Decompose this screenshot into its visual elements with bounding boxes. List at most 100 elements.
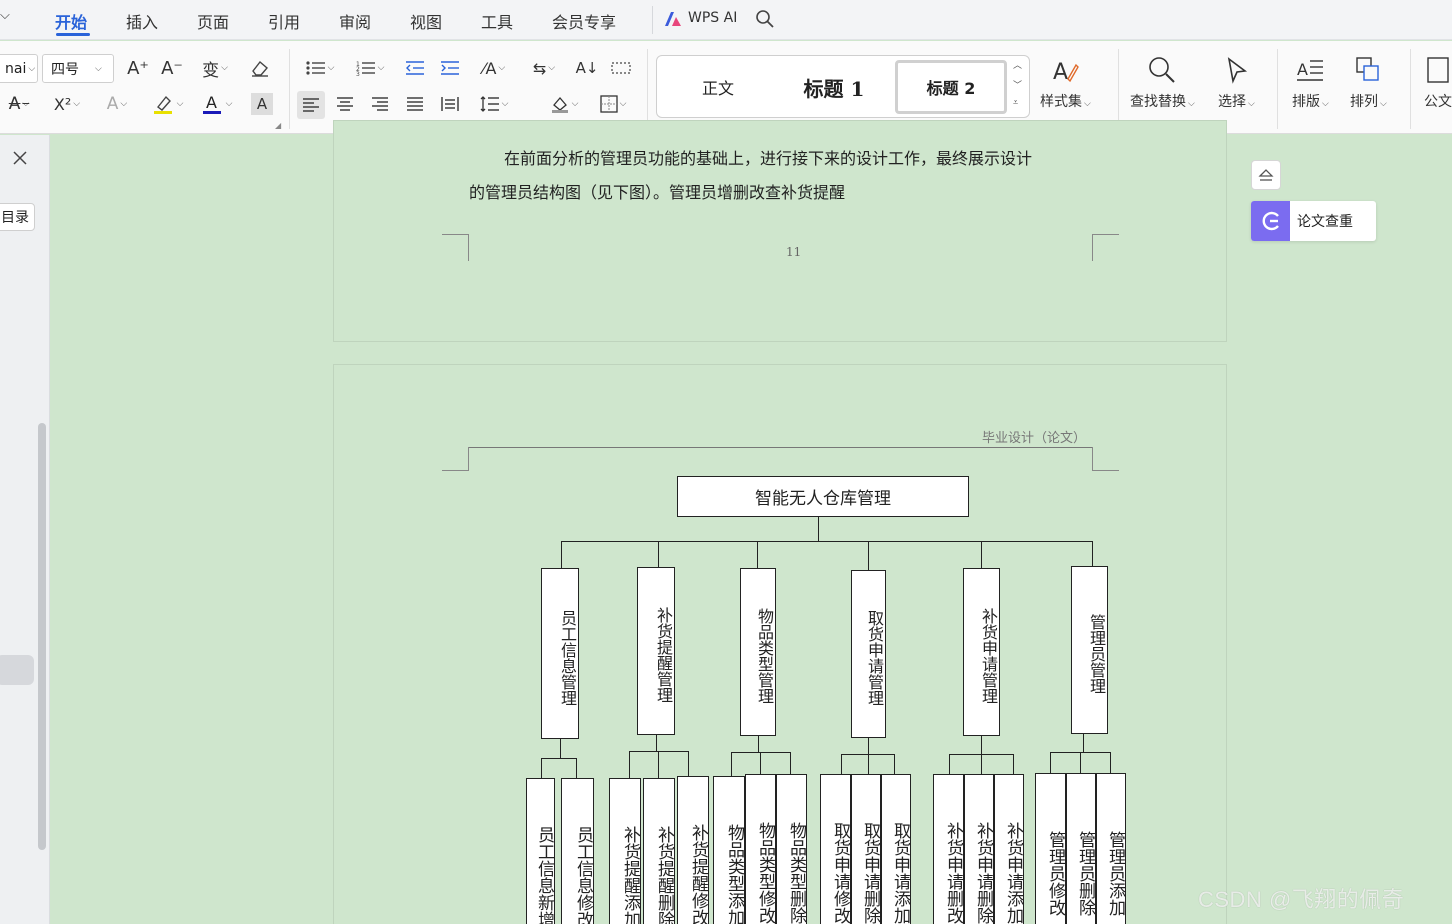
gallery-down-icon[interactable]: ﹀ xyxy=(1013,78,1022,91)
grow-font-icon[interactable]: A⁺ xyxy=(127,57,149,79)
connector-line xyxy=(757,541,758,568)
align-left-icon[interactable] xyxy=(297,91,325,119)
phonetic-guide-icon[interactable]: 变 ⌵ xyxy=(198,57,232,81)
search-icon[interactable] xyxy=(755,9,775,33)
character-shading-icon[interactable]: A xyxy=(251,93,273,115)
menu-bar: ⌵ 开始 插入 页面 引用 审阅 视图 工具 会员专享 WPS AI xyxy=(0,0,1452,40)
leaf-node: 补货提醒修改 xyxy=(677,776,709,924)
find-replace-button[interactable]: 查找替换 ⌵ xyxy=(1130,55,1195,111)
layout-button[interactable]: A 排版 ⌵ xyxy=(1292,55,1329,111)
layout-label: 排版 xyxy=(1292,94,1320,110)
connector-line xyxy=(688,751,689,778)
tab-membership[interactable]: 会员专享 xyxy=(552,9,616,33)
leaf-node: 物品类型修改 xyxy=(745,774,776,924)
find-icon xyxy=(1149,57,1176,83)
shrink-font-icon[interactable]: A⁻ xyxy=(161,57,183,79)
line-spacing-icon[interactable]: ⌵ xyxy=(476,93,512,115)
connector-line xyxy=(868,754,869,774)
tab-home[interactable]: 开始 xyxy=(55,9,87,33)
connector-line xyxy=(1092,541,1093,566)
highlight-color-icon[interactable]: ⌵ xyxy=(150,91,186,117)
select-label: 选择 xyxy=(1218,94,1246,110)
margin-corner-mark xyxy=(1092,234,1119,261)
connector-line xyxy=(868,738,869,754)
numbered-list-icon[interactable]: 1 2 3 ⌵ xyxy=(352,57,388,79)
document-icon xyxy=(1427,57,1449,83)
header-rule xyxy=(469,447,1092,448)
ribbon-divider xyxy=(1410,49,1411,129)
tab-page[interactable]: 页面 xyxy=(197,9,229,33)
ribbon-divider xyxy=(1277,49,1278,129)
margin-corner-mark xyxy=(1092,447,1119,471)
align-right-icon[interactable] xyxy=(369,93,391,115)
arrange-icon xyxy=(1356,57,1380,81)
toc-label: 目录 xyxy=(1,210,29,226)
show-marks-icon[interactable] xyxy=(610,57,632,79)
tab-view[interactable]: 视图 xyxy=(410,9,442,33)
strikethrough-icon[interactable]: A ⌵ xyxy=(2,93,36,115)
toc-button[interactable]: 目录 xyxy=(0,203,35,231)
connector-line xyxy=(760,752,761,776)
decrease-indent-icon[interactable] xyxy=(404,57,426,79)
select-button[interactable]: 选择 ⌵ xyxy=(1218,55,1255,111)
selected-nav-item[interactable] xyxy=(0,655,34,685)
active-tab-indicator xyxy=(56,33,90,36)
align-center-icon[interactable] xyxy=(334,93,356,115)
style-set-button[interactable]: A 样式集 ⌵ xyxy=(1040,55,1091,111)
gallery-expand-icon[interactable]: ⩡ xyxy=(1013,98,1018,108)
leaf-node: 补货提醒添加 xyxy=(609,778,641,924)
svg-text:3: 3 xyxy=(356,71,360,76)
leaf-node: 补货申请添加 xyxy=(994,774,1024,924)
font-name-value: nai xyxy=(5,60,27,77)
menu-divider xyxy=(652,6,653,34)
leaf-node: 管理员删除 xyxy=(1066,773,1096,924)
margin-corner-mark xyxy=(442,447,469,471)
arrange-button[interactable]: 排列 ⌵ xyxy=(1350,55,1387,111)
font-color-icon[interactable]: A ⌵ xyxy=(199,91,235,117)
tab-references[interactable]: 引用 xyxy=(268,9,300,33)
branch-node-admin: 管理员管理 xyxy=(1071,566,1108,734)
distributed-align-icon[interactable] xyxy=(439,93,461,115)
ribbon-divider xyxy=(647,49,648,129)
font-name-select[interactable]: nai ⌵ xyxy=(0,54,38,83)
font-size-select[interactable]: 四号 ⌵ xyxy=(42,54,114,83)
tab-insert[interactable]: 插入 xyxy=(126,9,158,33)
shading-icon[interactable]: ⌵ xyxy=(546,93,582,115)
connector-line xyxy=(656,735,657,751)
nav-scrollbar[interactable] xyxy=(38,423,46,850)
paper-check-button[interactable]: 论文查重 xyxy=(1251,201,1376,241)
leaf-node: 取货申请删除 xyxy=(851,774,881,924)
tab-tools[interactable]: 工具 xyxy=(481,9,513,33)
text-effect-icon[interactable]: A ⌵ xyxy=(100,93,134,115)
page-number: 11 xyxy=(786,245,802,259)
style-heading-2-label: 标题 2 xyxy=(926,79,976,98)
text-direction-icon[interactable]: ⁄A ⌵ xyxy=(476,57,512,79)
superscript-icon[interactable]: X² ⌵ xyxy=(50,93,84,115)
collapse-panel-button[interactable] xyxy=(1251,160,1281,190)
increase-indent-icon[interactable] xyxy=(439,57,461,79)
bullet-list-icon[interactable]: ⌵ xyxy=(302,57,338,79)
style-normal-label: 正文 xyxy=(701,79,734,98)
wps-ai-button[interactable]: WPS AI xyxy=(688,10,737,26)
connector-line xyxy=(758,736,759,752)
tab-review[interactable]: 审阅 xyxy=(339,9,371,33)
borders-icon[interactable]: ⌵ xyxy=(595,93,631,115)
sort-icon[interactable]: ⇆ ⌵ xyxy=(526,57,562,79)
font-dialog-launcher-icon[interactable]: ◢ xyxy=(275,121,281,130)
style-heading-1[interactable]: 标题 1 xyxy=(775,60,893,114)
official-doc-button[interactable]: 公文 xyxy=(1424,55,1452,111)
leaf-node: 员工信息新增 xyxy=(526,778,555,924)
body-paragraph-line-1: 在前面分析的管理员功能的基础上，进行接下来的设计工作，最终展示设计 xyxy=(504,149,1033,168)
collapse-chevron-icon[interactable]: ⌵ xyxy=(0,8,10,23)
gallery-up-icon[interactable]: ︿ xyxy=(1013,58,1022,71)
paper-check-label: 论文查重 xyxy=(1297,214,1353,230)
sort-az-icon[interactable]: A↓ xyxy=(576,57,599,79)
connector-line xyxy=(1013,754,1014,774)
connector-line xyxy=(561,541,562,568)
style-normal[interactable]: 正文 xyxy=(663,60,773,114)
style-heading-2[interactable]: 标题 2 xyxy=(895,60,1007,114)
close-icon[interactable] xyxy=(12,150,28,170)
clear-format-icon[interactable] xyxy=(249,57,271,79)
justify-icon[interactable] xyxy=(404,93,426,115)
csdn-watermark: CSDN @飞翔的佩奇 xyxy=(1198,887,1405,912)
